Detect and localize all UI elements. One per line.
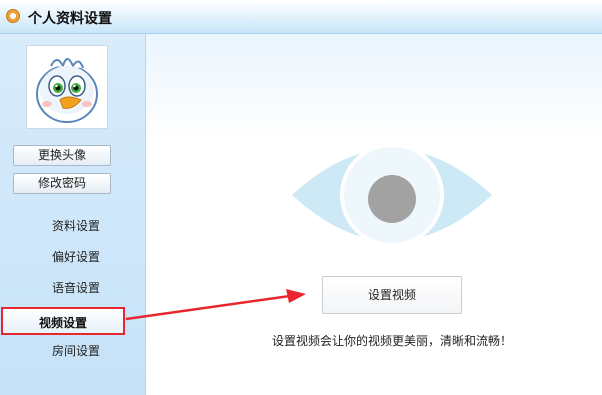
title-bar: 个人资料设置 [0,0,602,34]
sidebar-item-preference-settings[interactable]: 偏好设置 [26,246,126,268]
watermark: 京华手游 [534,372,594,388]
app-logo-icon [6,9,20,23]
setup-video-button[interactable]: 设置视频 [322,276,462,314]
window-title: 个人资料设置 [28,11,112,27]
change-password-button[interactable]: 修改密码 [13,173,111,194]
red-arrow-icon [125,289,306,321]
sidebar-item-profile-settings[interactable]: 资料设置 [26,215,126,237]
change-avatar-button[interactable]: 更换头像 [13,145,111,166]
sidebar-item-voice-settings[interactable]: 语音设置 [26,277,126,299]
eye-icon [292,143,492,247]
sidebar-item-room-settings[interactable]: 房间设置 [26,340,126,362]
avatar [26,45,108,129]
sidebar-item-video-settings[interactable]: 视频设置 [1,307,125,335]
video-hint-text: 设置视频会让你的视频更美丽，清晰和流畅！ [272,334,513,348]
bird-avatar-icon [27,46,107,128]
